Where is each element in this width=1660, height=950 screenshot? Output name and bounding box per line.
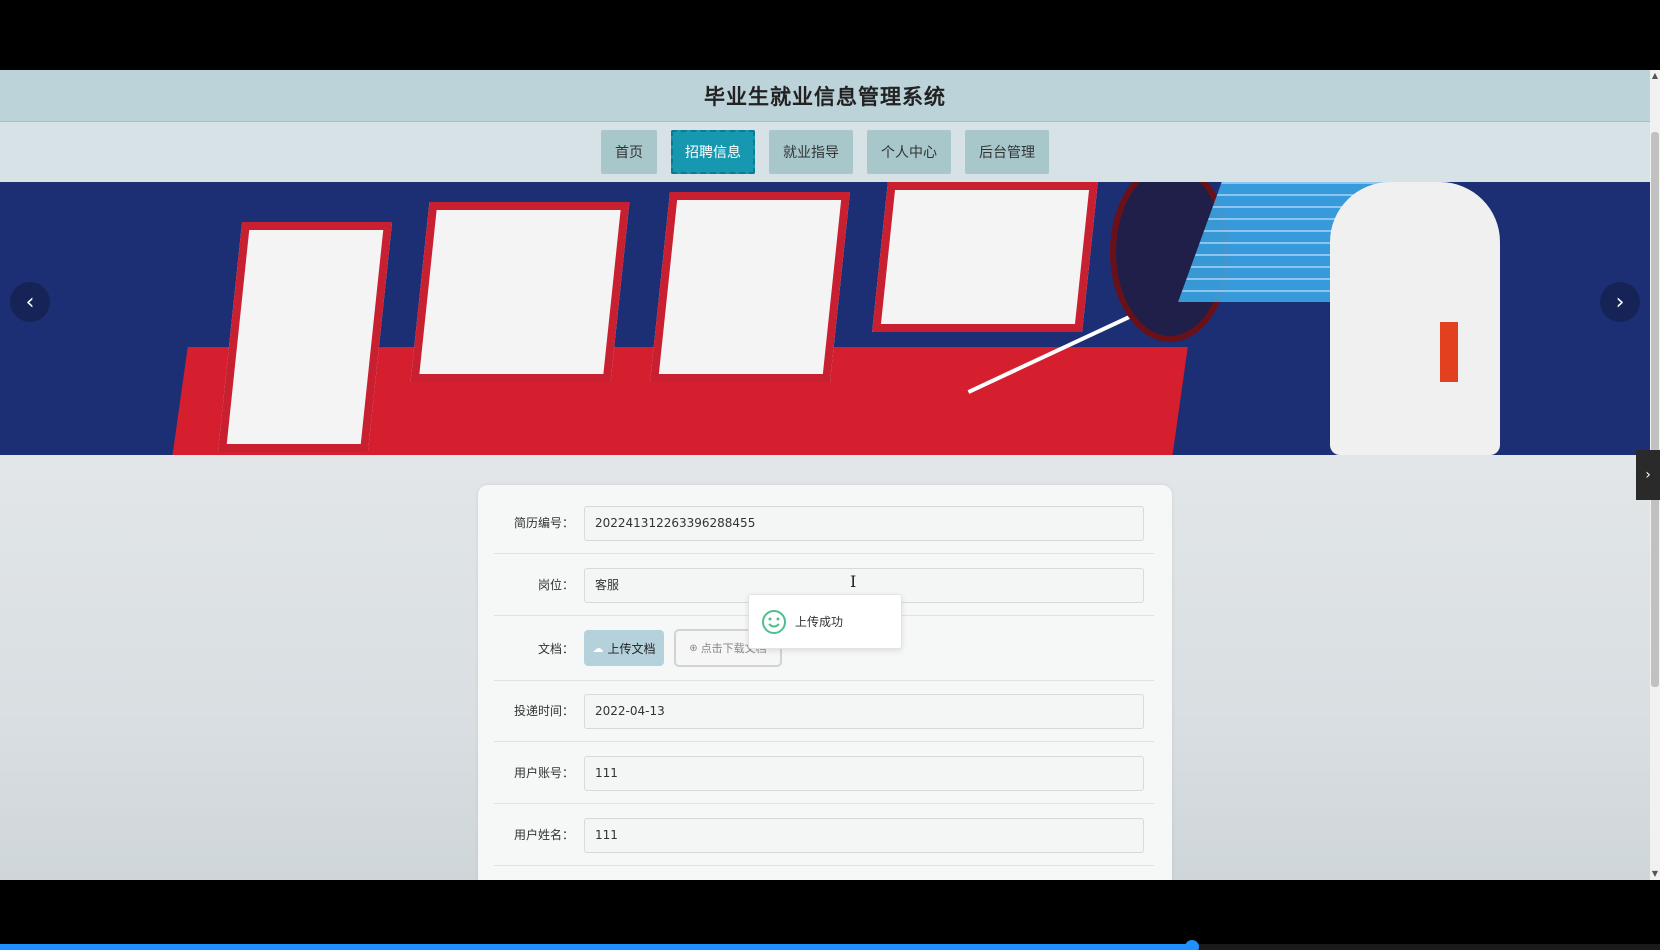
form-row-resume-no: 简历编号： 202241312263396288455: [494, 493, 1154, 554]
document-label: 文档：: [537, 642, 574, 656]
position-label: 岗位：: [537, 578, 574, 592]
banner-art: [217, 222, 393, 452]
nav-item-home[interactable]: 首页: [601, 130, 657, 174]
mouse-cursor: I: [850, 572, 857, 591]
carousel-prev-button[interactable]: ‹: [10, 282, 50, 322]
banner-art: [410, 202, 630, 382]
upload-document-button[interactable]: ☁ 上传文档: [584, 630, 664, 666]
nav-item-recruitment[interactable]: 招聘信息: [671, 130, 755, 174]
chevron-right-icon: ›: [1645, 467, 1651, 483]
user-account-label: 用户账号：: [513, 766, 574, 780]
side-panel-toggle[interactable]: ›: [1636, 450, 1660, 500]
scroll-down-icon[interactable]: ▼: [1650, 868, 1660, 880]
site-title: 毕业生就业信息管理系统: [704, 84, 946, 109]
nav-bar: 首页 招聘信息 就业指导 个人中心 后台管理: [0, 122, 1650, 182]
chevron-left-icon: ‹: [25, 289, 35, 315]
user-name-label: 用户姓名：: [513, 828, 574, 842]
browser-viewport: 毕业生就业信息管理系统 首页 招聘信息 就业指导 个人中心 后台管理 ‹ › 简…: [0, 70, 1660, 880]
upload-document-label: 上传文档: [607, 641, 656, 656]
cloud-upload-icon: ☁: [592, 641, 604, 655]
nav-item-admin[interactable]: 后台管理: [965, 130, 1049, 174]
download-icon: ⊕: [689, 642, 698, 654]
smile-icon: [762, 609, 786, 634]
nav-item-personal-center[interactable]: 个人中心: [867, 130, 951, 174]
letterbox-bottom: [0, 880, 1660, 950]
video-progress-bar[interactable]: [0, 940, 1660, 950]
letterbox-top: [0, 0, 1660, 70]
form-row-user-account: 用户账号： 111: [494, 743, 1154, 804]
scroll-up-icon[interactable]: ▲: [1650, 70, 1660, 82]
submit-time-label: 投递时间：: [513, 704, 574, 718]
upload-success-toast: 上传成功: [748, 594, 902, 649]
banner-art: [1440, 322, 1458, 382]
banner-art: [650, 192, 850, 382]
person-art: [1330, 182, 1500, 455]
user-account-field[interactable]: 111: [584, 756, 1144, 791]
resume-no-label: 简历编号：: [513, 516, 574, 530]
chevron-right-icon: ›: [1615, 289, 1625, 315]
video-progress-knob[interactable]: [1184, 940, 1199, 950]
resume-form: 简历编号： 202241312263396288455 岗位： 客服 文档： ☁…: [478, 485, 1172, 880]
carousel-next-button[interactable]: ›: [1600, 282, 1640, 322]
site-header: 毕业生就业信息管理系统: [0, 70, 1650, 122]
submit-time-field[interactable]: 2022-04-13: [584, 694, 1144, 729]
nav-item-guidance[interactable]: 就业指导: [769, 130, 853, 174]
toast-message: 上传成功: [795, 615, 844, 629]
scrollbar-thumb[interactable]: [1651, 132, 1659, 687]
video-progress-fill: [0, 944, 1192, 950]
form-row-submit-time: 投递时间： 2022-04-13: [494, 681, 1154, 742]
banner-carousel: ‹ ›: [0, 182, 1650, 455]
banner-art: [872, 182, 1098, 332]
form-row-user-name: 用户姓名： 111: [494, 805, 1154, 866]
user-name-field[interactable]: 111: [584, 818, 1144, 853]
resume-no-field[interactable]: 202241312263396288455: [584, 506, 1144, 541]
